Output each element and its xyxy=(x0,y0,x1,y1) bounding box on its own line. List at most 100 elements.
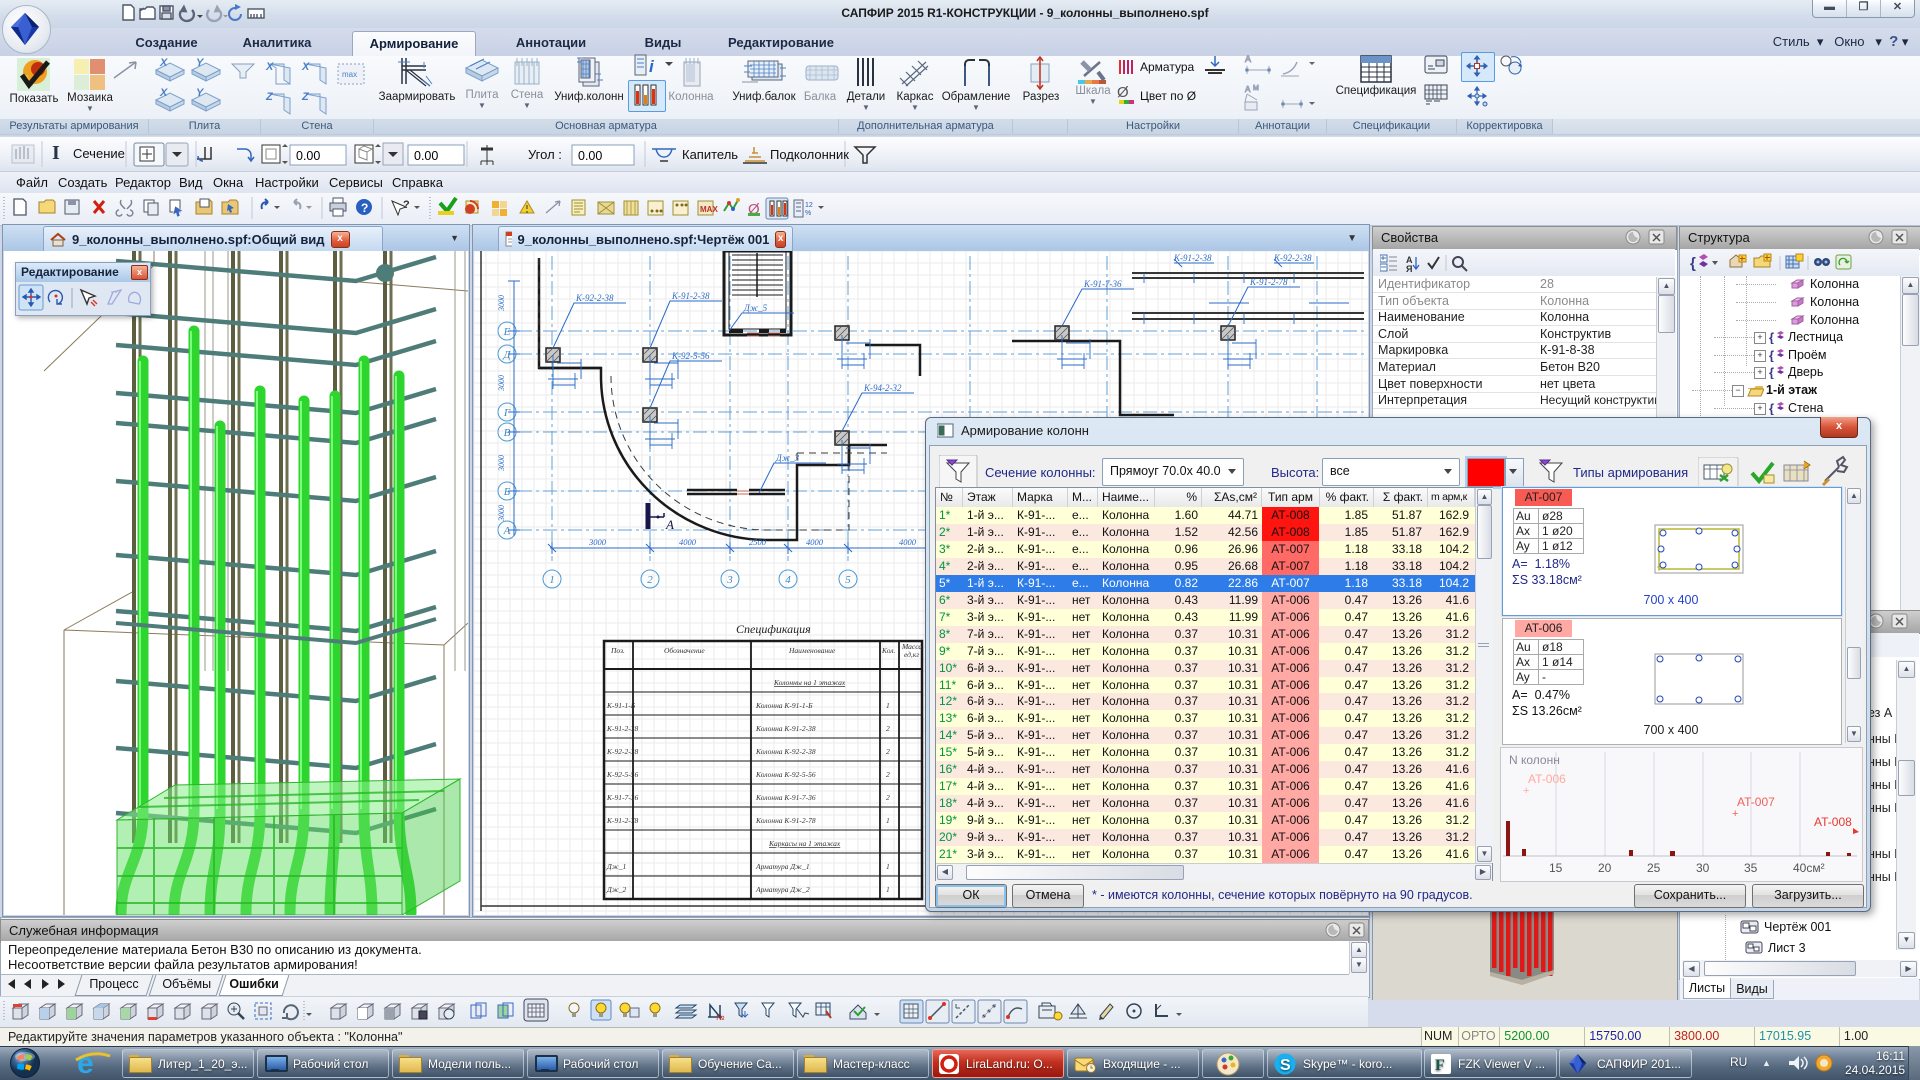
svg-text:Дж_5: Дж_5 xyxy=(743,303,768,313)
svg-text:2: 2 xyxy=(886,724,890,733)
svg-text:Арматура Дж_1: Арматура Дж_1 xyxy=(755,862,810,871)
svg-text:0.00: 0.00 xyxy=(578,149,602,163)
svg-text:4000: 4000 xyxy=(806,537,824,547)
svg-text:12: 12 xyxy=(805,202,813,209)
svg-text:Д: Д xyxy=(503,349,512,361)
svg-text:4000: 4000 xyxy=(899,537,917,547)
svg-text:1: 1 xyxy=(886,701,890,710)
svg-text:2: 2 xyxy=(886,770,890,779)
svg-text:Z: Z xyxy=(301,91,310,103)
svg-text:Наименование: Наименование xyxy=(788,646,836,655)
svg-text:Колонна К-91-7-36: Колонна К-91-7-36 xyxy=(755,793,816,802)
svg-text:0.00: 0.00 xyxy=(414,149,438,163)
svg-text:Капитель: Капитель xyxy=(682,147,738,162)
svg-text:К-92-2-38: К-92-2-38 xyxy=(606,747,638,756)
svg-text:К-91-1-Б: К-91-1-Б xyxy=(606,701,636,710)
svg-text:AT-007: AT-007 xyxy=(1737,795,1775,809)
svg-text:{: { xyxy=(1769,330,1774,344)
svg-text:3000: 3000 xyxy=(497,455,506,472)
svg-text:3000: 3000 xyxy=(497,375,506,392)
svg-text:20: 20 xyxy=(1598,861,1612,875)
svg-text:2: 2 xyxy=(886,747,890,756)
svg-text:i: i xyxy=(649,57,655,76)
svg-text:1: 1 xyxy=(886,816,890,825)
svg-text:Обозначение: Обозначение xyxy=(664,646,705,655)
svg-text:{: { xyxy=(1769,348,1774,362)
svg-text:К-91-2-38: К-91-2-38 xyxy=(606,724,638,733)
svg-text:3000: 3000 xyxy=(497,295,506,312)
svg-text:N колонн: N колонн xyxy=(1509,753,1560,767)
svg-text:Спецификация: Спецификация xyxy=(736,622,811,636)
svg-text:1: 1 xyxy=(886,862,890,871)
svg-text:К-91-2-78: К-91-2-78 xyxy=(606,816,638,825)
svg-text:Z: Z xyxy=(265,91,274,103)
svg-text:3000: 3000 xyxy=(588,537,607,547)
svg-text:А: А xyxy=(665,517,674,532)
svg-text:+: + xyxy=(1732,808,1738,820)
svg-text:Я: Я xyxy=(1406,264,1412,273)
svg-text:Дж_1: Дж_1 xyxy=(606,862,626,871)
svg-text:Поз.: Поз. xyxy=(610,646,625,655)
svg-text:Угол :: Угол : xyxy=(528,147,562,162)
svg-text:{: { xyxy=(1769,365,1774,379)
svg-text:Подколонник: Подколонник xyxy=(770,147,849,162)
svg-text:Е: Е xyxy=(503,326,511,338)
svg-text:К-91-2-38: К-91-2-38 xyxy=(1173,253,1212,263)
svg-text:К-91-2-38: К-91-2-38 xyxy=(671,291,710,301)
svg-text:К-92-2-38: К-92-2-38 xyxy=(1273,253,1312,263)
svg-text:?: ? xyxy=(361,201,368,215)
svg-text:1: 1 xyxy=(549,574,555,586)
svg-text:2500: 2500 xyxy=(749,537,767,547)
svg-text:4000: 4000 xyxy=(679,537,697,547)
svg-text:?: ? xyxy=(403,199,410,211)
svg-text:К-91-7-36: К-91-7-36 xyxy=(606,793,638,802)
svg-text:AT-006: AT-006 xyxy=(1528,772,1566,786)
svg-text:Колонна К-91-2-38: Колонна К-91-2-38 xyxy=(755,724,816,733)
svg-text:25: 25 xyxy=(1647,861,1661,875)
svg-text:35: 35 xyxy=(1744,861,1758,875)
svg-text:15: 15 xyxy=(1549,861,1563,875)
svg-text:{: { xyxy=(1690,255,1696,272)
svg-text:К-94-2-32: К-94-2-32 xyxy=(863,383,902,393)
svg-text:Сечение: Сечение xyxy=(73,146,125,161)
svg-text:Арматура Дж_2: Арматура Дж_2 xyxy=(755,885,810,894)
svg-text:5: 5 xyxy=(845,574,851,586)
svg-text:Колонна К-91-2-78: Колонна К-91-2-78 xyxy=(755,816,816,825)
svg-text:40см²: 40см² xyxy=(1793,861,1825,875)
svg-text:Ø: Ø xyxy=(1117,84,1129,101)
svg-text:Кол.: Кол. xyxy=(881,646,896,655)
svg-text:К-91-7-36: К-91-7-36 xyxy=(1083,279,1122,289)
svg-text:Б: Б xyxy=(503,486,511,498)
svg-text:Колонна К-91-1-Б: Колонна К-91-1-Б xyxy=(755,701,813,710)
svg-text:A: A xyxy=(1245,85,1251,94)
svg-text:2: 2 xyxy=(886,793,890,802)
svg-text:Дж_3: Дж_3 xyxy=(775,453,800,463)
svg-text:M: M xyxy=(1253,85,1259,92)
svg-text:К-92-5-56: К-92-5-56 xyxy=(671,351,710,361)
svg-text:AT-008: AT-008 xyxy=(1814,815,1852,829)
svg-text:4: 4 xyxy=(785,574,791,586)
svg-text:В: В xyxy=(504,427,511,439)
svg-text:2: 2 xyxy=(647,574,653,586)
svg-text:F: F xyxy=(1435,1057,1445,1074)
svg-text:X: X xyxy=(159,57,168,69)
svg-text:Колонна К-92-2-38: Колонна К-92-2-38 xyxy=(755,747,816,756)
svg-text:X: X xyxy=(159,87,168,99)
svg-text:0.00: 0.00 xyxy=(296,149,320,163)
svg-text:max: max xyxy=(342,70,357,79)
svg-text:Колонны на 1 этажах: Колонны на 1 этажах xyxy=(773,678,846,687)
svg-text:А: А xyxy=(503,525,511,537)
svg-text:MAX: MAX xyxy=(700,205,718,214)
svg-text:+: + xyxy=(1523,785,1529,797)
svg-text:Каркасы на 1 этажах: Каркасы на 1 этажах xyxy=(768,839,841,848)
svg-text:30: 30 xyxy=(1696,861,1710,875)
svg-text:Г: Г xyxy=(503,407,511,419)
svg-text:К-92-5-56: К-92-5-56 xyxy=(606,770,638,779)
svg-text:1: 1 xyxy=(886,885,890,894)
svg-text:S: S xyxy=(1280,1057,1291,1074)
svg-text:{: { xyxy=(1769,401,1774,415)
svg-text:X: X xyxy=(301,61,310,73)
svg-text:К-92-2-38: К-92-2-38 xyxy=(575,293,614,303)
svg-text:Дж_2: Дж_2 xyxy=(606,885,626,894)
svg-text:№: № xyxy=(716,1013,725,1022)
